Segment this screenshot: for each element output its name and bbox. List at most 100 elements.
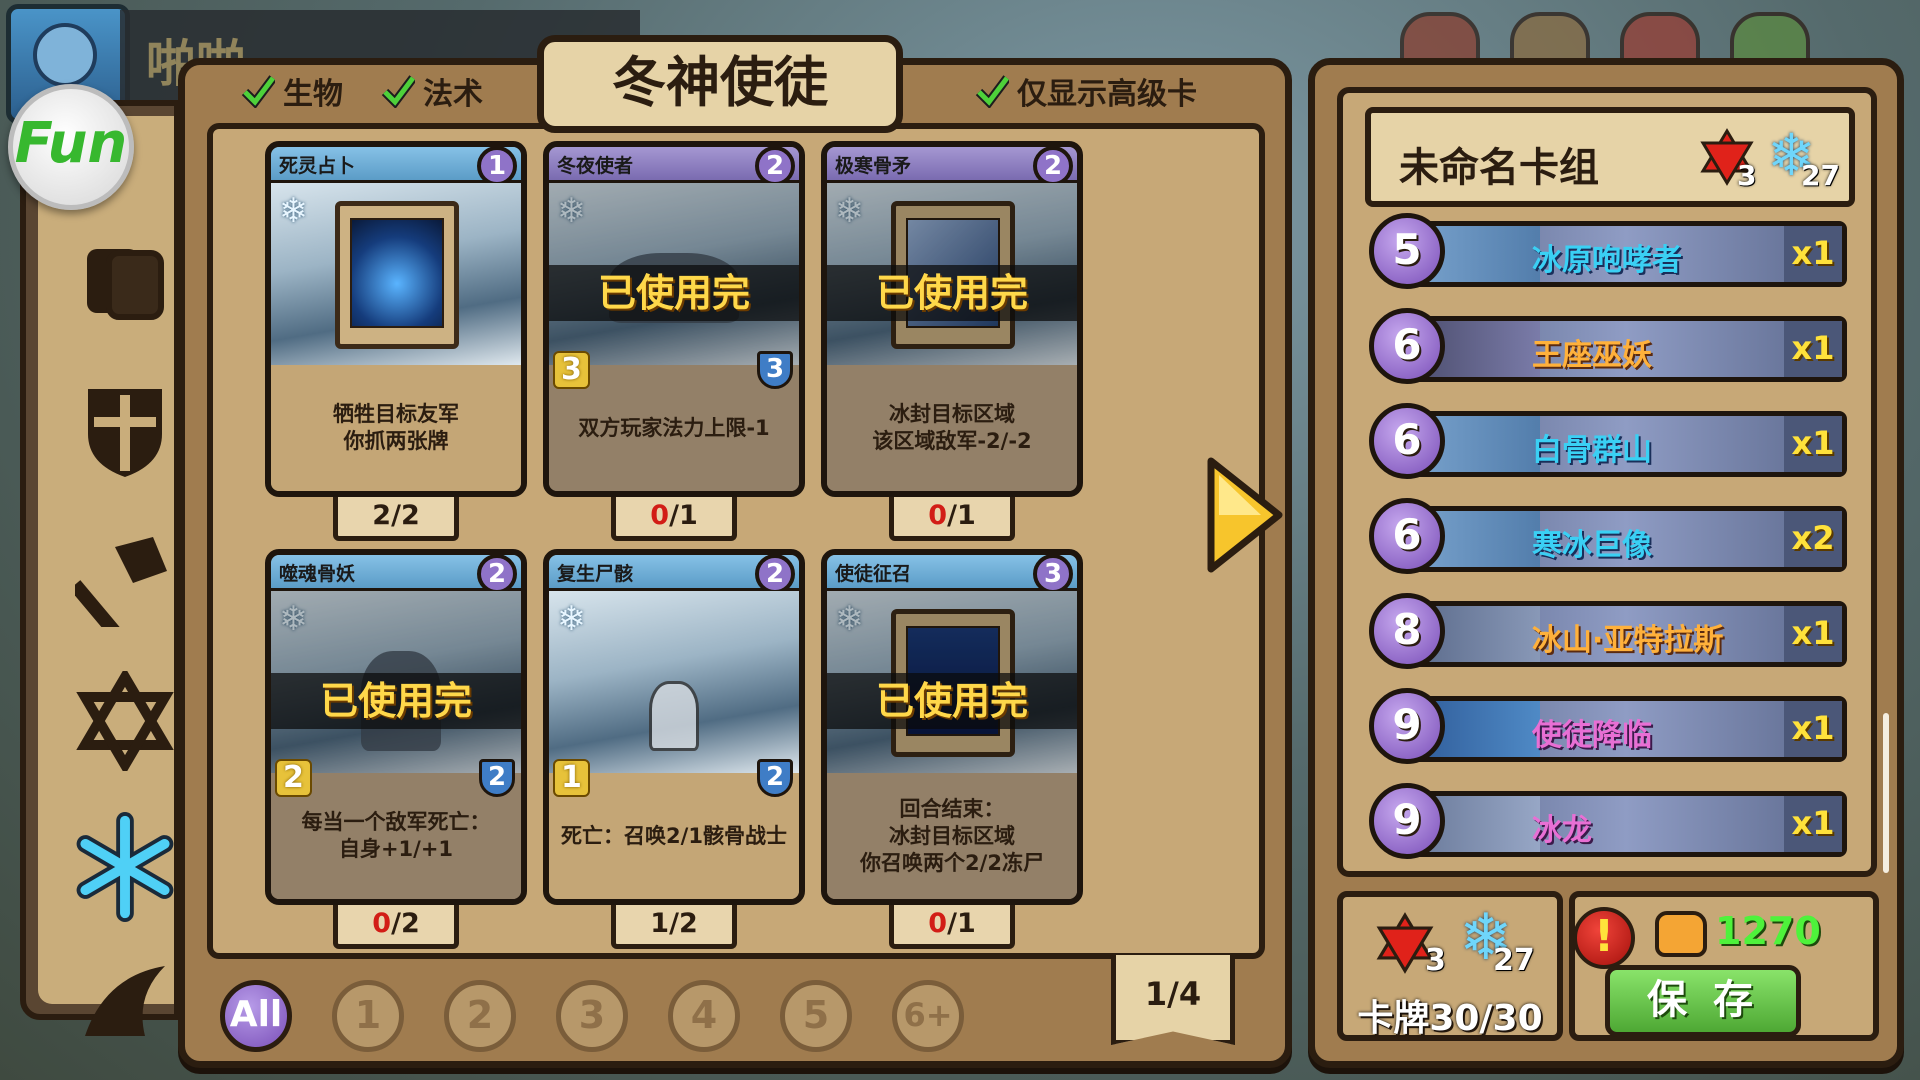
- deck-card-count: 卡牌30/30: [1357, 998, 1543, 1039]
- card-count: 0/1: [611, 497, 737, 541]
- deck-entry[interactable]: 9 使徒降临 x1: [1369, 688, 1847, 766]
- deck-entry-cost: 6: [1369, 308, 1445, 384]
- health-stat: 2: [479, 759, 515, 797]
- ice-icon: ❄: [279, 191, 308, 231]
- deck-entry-qty: x1: [1784, 416, 1842, 472]
- checkmark-icon: [381, 75, 415, 108]
- deck-entry[interactable]: 8 冰山·亚特拉斯 x1: [1369, 593, 1847, 671]
- card-count: 2/2: [333, 497, 459, 541]
- card-name: 极寒骨矛: [835, 155, 912, 177]
- card-text: 回合结束： 冰封目标区域 你召唤两个2/2冻尸: [827, 773, 1077, 899]
- advanced-only-filter[interactable]: 仅显示高级卡: [975, 71, 1197, 112]
- deck-list: 未命名卡组 3 ❄ 27 5 冰原咆哮者 x1 6 王座巫妖 x1 6 白骨群山 x1…: [1337, 87, 1889, 877]
- deck-name-field[interactable]: 未命名卡组 3 ❄ 27: [1365, 107, 1855, 207]
- panel-title: 冬神使徒: [537, 35, 903, 133]
- card-count: 0/1: [889, 497, 1015, 541]
- fun-logo-button[interactable]: Fun: [8, 84, 134, 210]
- advanced-only-filter-label: 仅显示高级卡: [1017, 77, 1197, 112]
- ice-icon: ❄: [835, 191, 864, 231]
- deck-entry-qty: x1: [1784, 226, 1842, 282]
- card-grid: 死灵占卜 1 ❄ 牺牲目标友军 你抓两张牌 2/2 冬夜使者 2 ❄ 已使用完 双方…: [207, 123, 1265, 959]
- card-winter-night-envoy[interactable]: 冬夜使者 2 ❄ 已使用完 双方玩家法力上限-1 3 3 0/1: [543, 141, 805, 541]
- checkmark-icon: [241, 75, 275, 108]
- deck-entry-qty: x1: [1784, 321, 1842, 377]
- save-button[interactable]: 保 存: [1605, 965, 1801, 1037]
- ice-icon: ❄: [835, 599, 864, 639]
- card-art: ❄: [549, 591, 799, 773]
- deck-entry-cost: 8: [1369, 593, 1445, 669]
- card-count: 0/1: [889, 905, 1015, 949]
- ice-icon: ❄: [557, 191, 586, 231]
- deck-entry-qty: x2: [1784, 511, 1842, 567]
- left-category-tabs: [20, 100, 180, 1036]
- deck-entry-cost: 9: [1369, 688, 1445, 764]
- currency-amount: 1270: [1715, 909, 1821, 953]
- deck-red-count: 3: [1737, 159, 1757, 192]
- deck-entry-name: 冰龙: [1532, 813, 1592, 848]
- cost-filter-all[interactable]: All: [220, 980, 292, 1052]
- deck-entry-name: 寒冰巨像: [1532, 528, 1652, 563]
- next-page-arrow-icon[interactable]: [1205, 455, 1285, 575]
- card-soul-eater-bone-demon[interactable]: 噬魂骨妖 2 ❄ 已使用完 每当一个敌军死亡： 自身+1/+1 2 2 0/2: [265, 549, 527, 949]
- summary-ice-count: 27: [1493, 943, 1535, 978]
- deck-entry-qty: x1: [1784, 606, 1842, 662]
- card-stack-icon[interactable]: [70, 226, 180, 336]
- used-up-label: 已使用完: [827, 265, 1077, 321]
- ice-icon: ❄: [557, 599, 586, 639]
- shield-icon[interactable]: [70, 374, 180, 484]
- summary-red-count: 3: [1425, 943, 1446, 978]
- deck-entry-cost: 5: [1369, 213, 1445, 289]
- deck-entry-name: 使徒降临: [1532, 718, 1652, 753]
- used-up-label: 已使用完: [271, 673, 521, 729]
- card-name: 死灵占卜: [279, 155, 356, 177]
- card-cost: 3: [1033, 555, 1073, 594]
- cost-filter-5[interactable]: 5: [780, 980, 852, 1052]
- deck-entry-name: 白骨群山: [1532, 433, 1652, 468]
- attack-stat: 2: [275, 759, 312, 797]
- deck-entry-name: 王座巫妖: [1532, 338, 1652, 373]
- deck-summary: 3 ❄ 27 卡牌30/30: [1337, 891, 1563, 1041]
- health-stat: 2: [757, 759, 793, 797]
- deck-entry[interactable]: 6 寒冰巨像 x2: [1369, 498, 1847, 576]
- cost-filter-1[interactable]: 1: [332, 980, 404, 1052]
- creature-filter[interactable]: 生物: [241, 71, 343, 112]
- card-frost-bone-spear[interactable]: 极寒骨矛 2 ❄ 已使用完 冰封目标区域 该区域敌军-2/-2 0/1: [821, 141, 1083, 541]
- deck-panel: 未命名卡组 3 ❄ 27 5 冰原咆哮者 x1 6 王座巫妖 x1 6 白骨群山 x1…: [1308, 58, 1904, 1068]
- used-up-label: 已使用完: [549, 265, 799, 321]
- deck-entry-qty: x1: [1784, 701, 1842, 757]
- card-necro-divination[interactable]: 死灵占卜 1 ❄ 牺牲目标友军 你抓两张牌 2/2: [265, 141, 527, 541]
- card-collection-panel: 生物 法术 仅显示高级卡 冬神使徒 死灵占卜 1 ❄ 牺牲目标友军 你抓两张牌 2…: [178, 35, 1292, 1068]
- hexagram-icon[interactable]: [70, 666, 180, 776]
- deck-entry[interactable]: 6 王座巫妖 x1: [1369, 308, 1847, 386]
- alert-icon[interactable]: !: [1573, 907, 1635, 969]
- deck-entry-qty: x1: [1784, 796, 1842, 852]
- deck-entry[interactable]: 9 冰龙 x1: [1369, 783, 1847, 861]
- card-apostle-summon[interactable]: 使徒征召 3 ❄ 已使用完 回合结束： 冰封目标区域 你召唤两个2/2冻尸 0/1: [821, 549, 1083, 949]
- fun-logo-icon: Fun: [14, 111, 128, 176]
- creature-filter-label: 生物: [283, 77, 343, 112]
- horn-icon[interactable]: [70, 946, 180, 1056]
- cost-filter-bar: All 1 2 3 4 5 6+: [220, 980, 1000, 1052]
- deck-entry[interactable]: 5 冰原咆哮者 x1: [1369, 213, 1847, 291]
- axe-icon[interactable]: [70, 522, 180, 632]
- page-indicator-text: 1/4: [1144, 975, 1202, 1013]
- card-art: ❄: [271, 183, 521, 365]
- checkmark-icon: [975, 75, 1009, 108]
- spell-filter[interactable]: 法术: [381, 71, 483, 112]
- card-revived-corpse[interactable]: 复生尸骸 2 ❄ 死亡：召唤2/1骸骨战士 1 2 1/2: [543, 549, 805, 949]
- used-up-label: 已使用完: [827, 673, 1077, 729]
- cost-filter-3[interactable]: 3: [556, 980, 628, 1052]
- deck-entry[interactable]: 6 白骨群山 x1: [1369, 403, 1847, 481]
- card-count: 1/2: [611, 905, 737, 949]
- deck-scrollbar[interactable]: [1883, 713, 1889, 873]
- attack-stat: 1: [553, 759, 590, 797]
- card-name: 使徒征召: [835, 563, 912, 585]
- spell-filter-label: 法术: [423, 77, 483, 112]
- cost-filter-2[interactable]: 2: [444, 980, 516, 1052]
- cost-filter-4[interactable]: 4: [668, 980, 740, 1052]
- deck-entry-cost: 6: [1369, 403, 1445, 479]
- fist-currency-icon: [1655, 911, 1707, 957]
- snowflake-icon[interactable]: [70, 812, 180, 922]
- card-cost: 1: [477, 147, 517, 186]
- cost-filter-6plus[interactable]: 6+: [892, 980, 964, 1052]
